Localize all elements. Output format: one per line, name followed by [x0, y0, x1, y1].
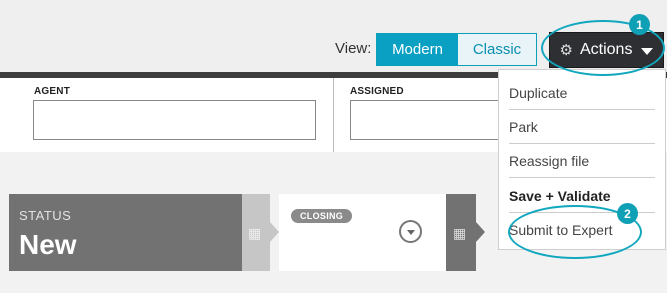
step-badge-1: 1	[629, 14, 650, 35]
top-toolbar: View: Modern Classic ⚙ Actions	[0, 0, 667, 72]
calendar-icon: ▦	[248, 225, 262, 241]
actions-label: Actions	[579, 41, 633, 58]
actions-dropdown-menu: Duplicate Park Reassign file Save + Vali…	[498, 69, 666, 250]
calendar-step-1[interactable]: ▦	[242, 194, 279, 271]
calendar-step-2[interactable]: ▦	[446, 194, 485, 271]
assigned-field[interactable]	[350, 100, 510, 140]
closing-pill: CLOSING	[291, 209, 353, 223]
status-value: New	[19, 229, 77, 260]
dropdown-circle-icon	[406, 230, 415, 235]
gear-icon: ⚙	[559, 42, 573, 59]
stage-dropdown-button[interactable]	[399, 220, 422, 243]
calendar-icon: ▦	[453, 225, 467, 241]
step-arrow	[270, 222, 279, 242]
menu-item-duplicate[interactable]: Duplicate	[509, 85, 655, 110]
step-badge-2: 2	[617, 203, 638, 224]
caret-down-icon	[641, 48, 654, 55]
menu-item-park[interactable]: Park	[509, 119, 655, 144]
view-label: View:	[335, 40, 372, 57]
actions-button[interactable]: ⚙ Actions	[549, 32, 664, 68]
menu-item-reassign-file[interactable]: Reassign file	[509, 153, 655, 178]
view-modern-button[interactable]: Modern	[377, 34, 458, 65]
view-classic-button[interactable]: Classic	[458, 34, 536, 65]
view-toggle: Modern Classic	[376, 33, 537, 66]
agent-field[interactable]	[33, 100, 316, 140]
field-divider	[333, 78, 334, 152]
agent-label: AGENT	[34, 86, 70, 97]
menu-item-submit-to-expert[interactable]: Submit to Expert	[509, 222, 655, 246]
closing-stage: CLOSING	[279, 194, 446, 271]
assigned-label: ASSIGNED	[350, 86, 404, 97]
status-label: STATUS	[19, 208, 72, 223]
status-block: STATUS New	[9, 194, 242, 271]
step-arrow	[476, 222, 485, 242]
